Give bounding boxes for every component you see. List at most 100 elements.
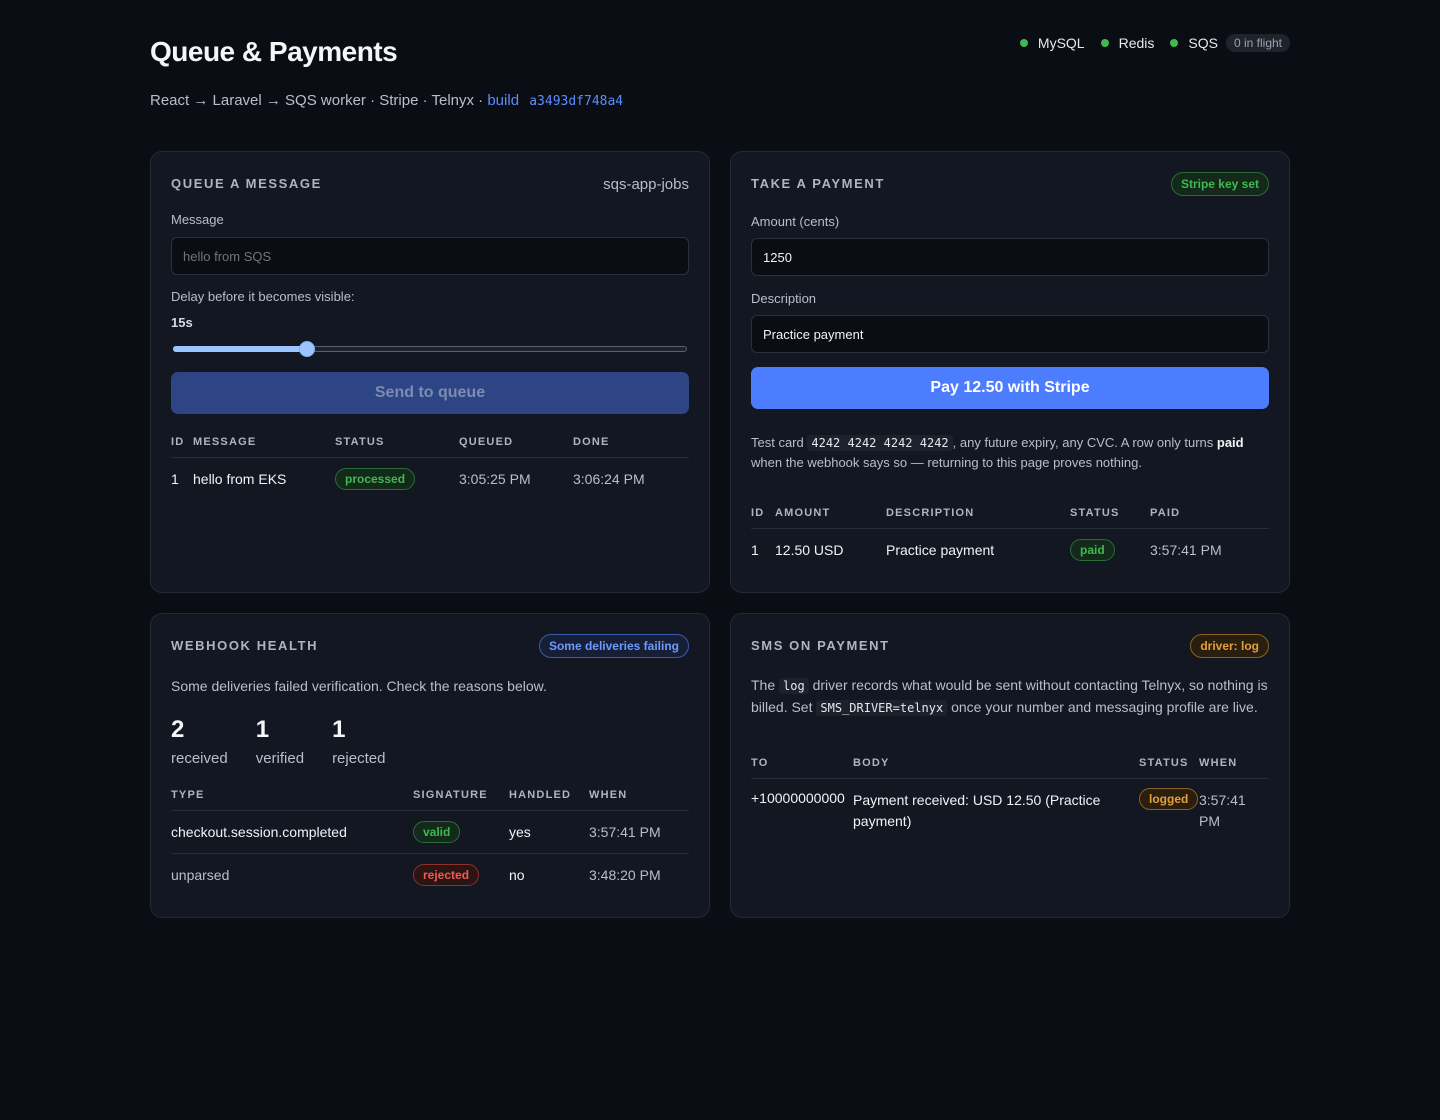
col-when: WHEN bbox=[589, 789, 689, 811]
stat-label: rejected bbox=[332, 750, 386, 767]
status-badge: logged bbox=[1139, 788, 1199, 810]
col-when: WHEN bbox=[1199, 757, 1269, 779]
col-queued: QUEUED bbox=[459, 436, 573, 458]
col-paid: PAID bbox=[1150, 507, 1269, 529]
send-to-queue-button[interactable]: Send to queue bbox=[171, 372, 689, 414]
card-title: SMS ON PAYMENT bbox=[751, 638, 890, 653]
status-dot-icon bbox=[1170, 39, 1179, 47]
table-header-row: TYPE SIGNATURE HANDLED WHEN bbox=[171, 789, 689, 811]
card-title: TAKE A PAYMENT bbox=[751, 176, 885, 191]
row-handled: no bbox=[509, 867, 525, 884]
service-name: SQS bbox=[1188, 35, 1218, 51]
webhook-card: WEBHOOK HEALTH Some deliveries failing S… bbox=[150, 613, 710, 918]
stat-value: 1 bbox=[255, 716, 270, 743]
stack-description: React → Laravel → SQS worker · Stripe · … bbox=[150, 92, 484, 109]
delay-slider[interactable] bbox=[173, 341, 687, 357]
col-message: MESSAGE bbox=[193, 436, 335, 458]
col-body: BODY bbox=[853, 757, 1139, 779]
inflight-badge: 0 in flight bbox=[1225, 34, 1290, 52]
col-to: TO bbox=[751, 757, 853, 779]
queue-card: QUEUE A MESSAGE sqs-app-jobs Message Del… bbox=[150, 151, 710, 593]
note-text: , any future expiry, any CVC. A row only… bbox=[952, 435, 1214, 450]
test-card-number: 4242 4242 4242 4242 bbox=[807, 435, 953, 451]
stat-received: 2 received bbox=[171, 716, 228, 767]
page-title: Queue & Payments bbox=[150, 36, 398, 67]
service-name: Redis bbox=[1118, 35, 1155, 51]
row-when: 3:57:41 PM bbox=[589, 824, 661, 840]
card-title: WEBHOOK HEALTH bbox=[171, 638, 319, 653]
service-sqs: SQS 0 in flight bbox=[1170, 34, 1290, 52]
note-code: log bbox=[779, 678, 809, 694]
stat-value: 2 bbox=[171, 716, 185, 743]
row-signature: valid bbox=[413, 811, 509, 854]
row-paid: 3:57:41 PM bbox=[1150, 541, 1222, 558]
note-code: SMS_DRIVER=telnyx bbox=[816, 700, 948, 716]
row-status: logged bbox=[1139, 779, 1199, 833]
note-text: The bbox=[751, 677, 776, 693]
stat-verified: 1 verified bbox=[256, 716, 304, 767]
sms-driver-badge: driver: log bbox=[1190, 634, 1269, 658]
note-text: when the webhook says so — returning to … bbox=[751, 455, 1142, 470]
build-hash: a3493df748a4 bbox=[529, 94, 624, 109]
col-signature: SIGNATURE bbox=[413, 789, 509, 811]
service-mysql: MySQL bbox=[1019, 35, 1085, 51]
service-redis: Redis bbox=[1100, 35, 1155, 51]
stat-rejected: 1 rejected bbox=[332, 716, 385, 767]
row-queued: 3:05:25 PM bbox=[459, 470, 531, 487]
col-amount: AMOUNT bbox=[775, 507, 886, 529]
col-status: STATUS bbox=[335, 436, 459, 458]
pay-with-stripe-button[interactable]: Pay 12.50 with Stripe bbox=[751, 367, 1269, 409]
queue-table: ID MESSAGE STATUS QUEUED DONE 1 hello fr… bbox=[171, 436, 689, 500]
row-type: checkout.session.completed bbox=[171, 824, 347, 840]
note-text: Test card bbox=[751, 435, 804, 450]
row-amount: 12.50 USD bbox=[775, 541, 844, 558]
note-text: once your number and messaging profile a… bbox=[951, 699, 1258, 715]
signature-badge: rejected bbox=[413, 864, 480, 887]
row-done: 3:06:24 PM bbox=[573, 470, 645, 487]
description-label: Description bbox=[751, 291, 817, 306]
status-badge: paid bbox=[1070, 538, 1115, 561]
description-input[interactable] bbox=[751, 315, 1269, 353]
build-label: build bbox=[487, 92, 520, 109]
table-row: 1 hello from EKS processed 3:05:25 PM 3:… bbox=[171, 458, 689, 500]
row-to: +10000000000 bbox=[751, 790, 845, 806]
sms-driver-note: The log driver records what would be sen… bbox=[751, 675, 1269, 719]
row-when: 3:57:41 PM bbox=[1199, 792, 1246, 829]
webhook-table: TYPE SIGNATURE HANDLED WHEN checkout.ses… bbox=[171, 789, 689, 897]
stat-label: received bbox=[171, 750, 228, 767]
webhook-stats: 2 received 1 verified 1 rejected bbox=[171, 716, 413, 767]
test-card-note: Test card 4242 4242 4242 4242, any futur… bbox=[751, 433, 1269, 473]
stack-subtitle: React → Laravel → SQS worker · Stripe · … bbox=[150, 92, 623, 109]
service-name: MySQL bbox=[1037, 35, 1085, 51]
amount-label: Amount (cents) bbox=[751, 214, 840, 229]
row-handled: yes bbox=[509, 824, 531, 840]
delay-value: 15s bbox=[171, 315, 193, 330]
status-dot-icon bbox=[1100, 39, 1109, 47]
col-description: DESCRIPTION bbox=[886, 507, 1070, 529]
row-description: Practice payment bbox=[886, 541, 995, 558]
table-header-row: TO BODY STATUS WHEN bbox=[751, 757, 1269, 779]
amount-input[interactable] bbox=[751, 238, 1269, 276]
message-input[interactable] bbox=[171, 237, 689, 275]
col-handled: HANDLED bbox=[509, 789, 589, 811]
slider-thumb[interactable] bbox=[298, 341, 315, 357]
table-header-row: ID MESSAGE STATUS QUEUED DONE bbox=[171, 436, 689, 458]
status-dot-icon bbox=[1019, 39, 1028, 47]
message-label: Message bbox=[171, 212, 224, 227]
sms-card: SMS ON PAYMENT driver: log The log drive… bbox=[730, 613, 1290, 918]
stripe-key-badge: Stripe key set bbox=[1170, 172, 1269, 196]
stat-value: 1 bbox=[332, 716, 346, 743]
row-status: processed bbox=[335, 458, 459, 500]
row-signature: rejected bbox=[413, 854, 509, 897]
webhook-status-badge: Some deliveries failing bbox=[538, 634, 689, 658]
delay-label: Delay before it becomes visible: bbox=[171, 289, 355, 304]
note-bold: paid bbox=[1216, 435, 1244, 450]
table-row: unparsed rejected no 3:48:20 PM bbox=[171, 854, 689, 897]
col-id: ID bbox=[171, 436, 193, 458]
row-id: 1 bbox=[171, 470, 179, 487]
col-id: ID bbox=[751, 507, 775, 529]
col-status: STATUS bbox=[1070, 507, 1150, 529]
row-type: unparsed bbox=[171, 867, 230, 884]
row-body: Payment received: USD 12.50 (Practice pa… bbox=[853, 792, 1101, 829]
table-row: 1 12.50 USD Practice payment paid 3:57:4… bbox=[751, 529, 1269, 571]
